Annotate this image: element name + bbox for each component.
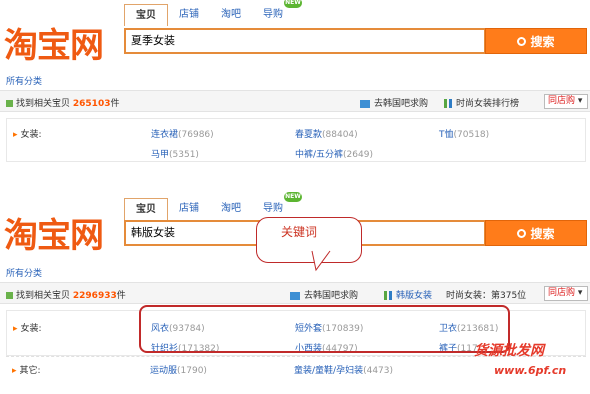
korean-fashion-link[interactable]: 韩版女装 xyxy=(384,288,432,301)
search-input[interactable]: 夏季女装 xyxy=(124,28,486,54)
category-link[interactable]: T恤(70518) xyxy=(439,127,489,140)
korea-buy-link[interactable]: 去韩国吧求购 xyxy=(290,288,358,301)
tab-shop[interactable]: 店铺 xyxy=(174,198,204,220)
results-number: 2296933 xyxy=(72,291,117,301)
search-button[interactable]: 搜索 xyxy=(485,220,587,246)
new-badge: NEW xyxy=(284,0,302,8)
cube-icon xyxy=(6,100,13,107)
search-button[interactable]: 搜索 xyxy=(485,28,587,54)
category-box: ▸ 女装: 连衣裙(76986) 春夏款(88404) T恤(70518) 马甲(… xyxy=(6,118,586,162)
ranking-link[interactable]: 时尚女装：第375位 xyxy=(446,288,526,301)
tab-shop[interactable]: 店铺 xyxy=(174,4,204,26)
search-icon xyxy=(517,37,527,46)
category-link[interactable]: 运动服(1790) xyxy=(150,363,207,376)
new-badge: NEW xyxy=(284,192,302,202)
results-bar: 找到相关宝贝 2296933件 去韩国吧求购 韩版女装 时尚女装：第375位 同… xyxy=(0,282,590,304)
taobao-logo[interactable]: 淘宝网 xyxy=(4,18,104,67)
search-icon xyxy=(517,229,527,238)
watermark-url: www.6pf.cn xyxy=(494,364,567,377)
globe-icon xyxy=(290,291,300,300)
tab-baobei[interactable]: 宝贝 xyxy=(124,4,168,26)
results-count: 找到相关宝贝 2296933件 xyxy=(6,288,126,301)
results-count: 找到相关宝贝 265103件 xyxy=(6,96,119,109)
search-button-label: 搜索 xyxy=(530,227,555,241)
search-panel-summer: 淘宝网 宝贝 店铺 淘吧 导购 NEW 夏季女装 搜索 所有分类 找到相关宝贝 … xyxy=(0,0,590,170)
bar-chart-icon xyxy=(384,291,392,300)
tab-guide[interactable]: 导购 xyxy=(258,4,288,26)
category-link[interactable]: 中裤/五分裤(2649) xyxy=(295,147,373,160)
callout-tail xyxy=(311,250,331,272)
results-number: 265103 xyxy=(72,99,111,109)
all-categories-link[interactable]: 所有分类 xyxy=(6,74,42,87)
tab-baobei[interactable]: 宝贝 xyxy=(124,198,168,220)
same-store-select[interactable]: 同店购 ▾ xyxy=(544,286,588,301)
category-link[interactable]: 马甲(5351) xyxy=(151,147,199,160)
tab-taoba[interactable]: 淘吧 xyxy=(216,198,246,220)
cube-icon xyxy=(6,292,13,299)
bar-chart-icon xyxy=(444,99,452,108)
category-label: ▸ 女装: xyxy=(13,130,42,140)
korea-buy-link[interactable]: 去韩国吧求购 xyxy=(360,96,428,109)
all-categories-link[interactable]: 所有分类 xyxy=(6,266,42,279)
search-button-label: 搜索 xyxy=(530,35,555,49)
category-label: ▸ 女装: xyxy=(13,324,42,334)
highlight-ring xyxy=(139,305,510,353)
tab-taoba[interactable]: 淘吧 xyxy=(216,4,246,26)
taobao-logo[interactable]: 淘宝网 xyxy=(4,208,104,257)
ranking-link[interactable]: 时尚女装排行榜 xyxy=(444,96,519,109)
same-store-select[interactable]: 同店购 ▾ xyxy=(544,94,588,109)
category-link[interactable]: 连衣裙(76986) xyxy=(151,127,214,140)
watermark-text: 货源批发网 xyxy=(474,343,544,359)
other-label: ▸ 其它: xyxy=(12,366,41,376)
globe-icon xyxy=(360,99,370,108)
category-link[interactable]: 春夏款(88404) xyxy=(295,127,358,140)
keyword-callout: 关键词 xyxy=(256,217,362,263)
results-bar: 找到相关宝贝 265103件 去韩国吧求购 时尚女装排行榜 同店购 ▾ xyxy=(0,90,590,112)
category-link[interactable]: 童装/童鞋/孕妇装(4473) xyxy=(294,363,393,376)
